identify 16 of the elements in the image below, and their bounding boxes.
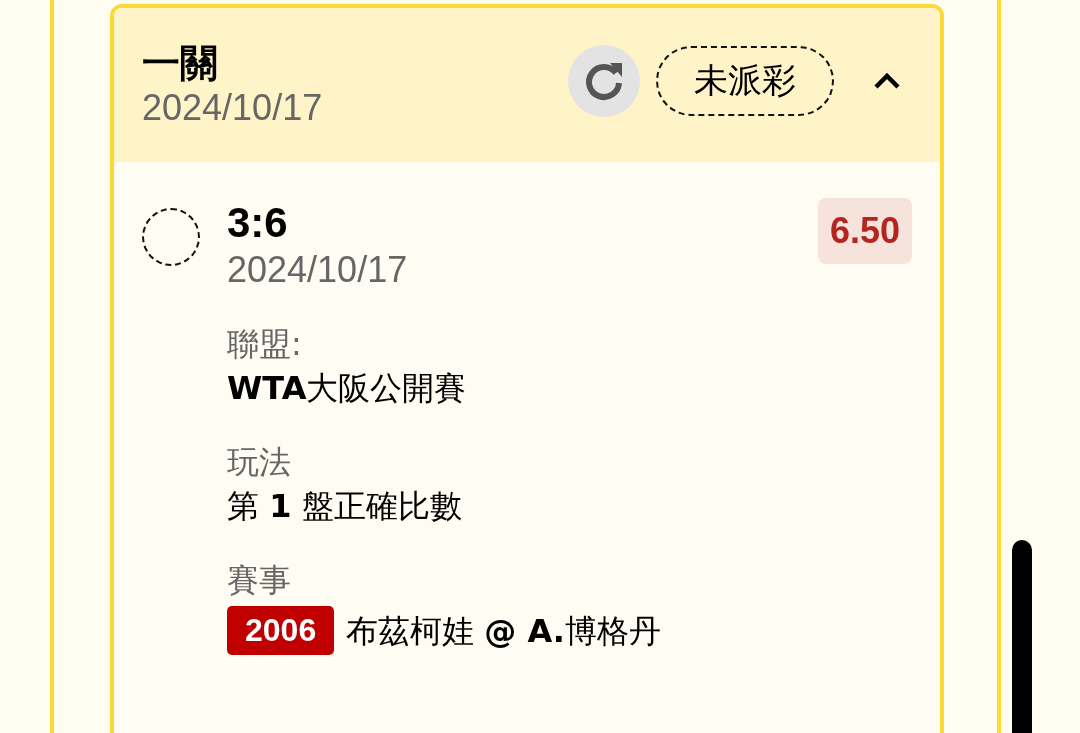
odds-badge: 6.50 — [817, 198, 912, 264]
select-checkbox[interactable] — [142, 208, 200, 266]
scrollbar[interactable] — [1012, 540, 1032, 733]
status-badge: 未派彩 — [656, 46, 834, 116]
caret-icon — [872, 71, 902, 91]
detail-value: 第 1 盤正確比數 — [227, 486, 463, 527]
card-title: 一關 — [142, 40, 219, 86]
detail-label: 賽事 — [227, 560, 292, 601]
event-number: 2006 — [227, 606, 335, 655]
detail-label: 聯盟: — [227, 324, 303, 365]
score: 3:6 — [227, 198, 289, 248]
detail-label: 玩法 — [227, 442, 292, 483]
match-date: 2024/10/17 — [227, 248, 409, 292]
detail-value: 布茲柯娃 @ A.博格丹 — [346, 610, 661, 652]
card-date: 2024/10/17 — [142, 86, 324, 130]
detail-value: WTA大阪公開賽 — [227, 368, 468, 409]
